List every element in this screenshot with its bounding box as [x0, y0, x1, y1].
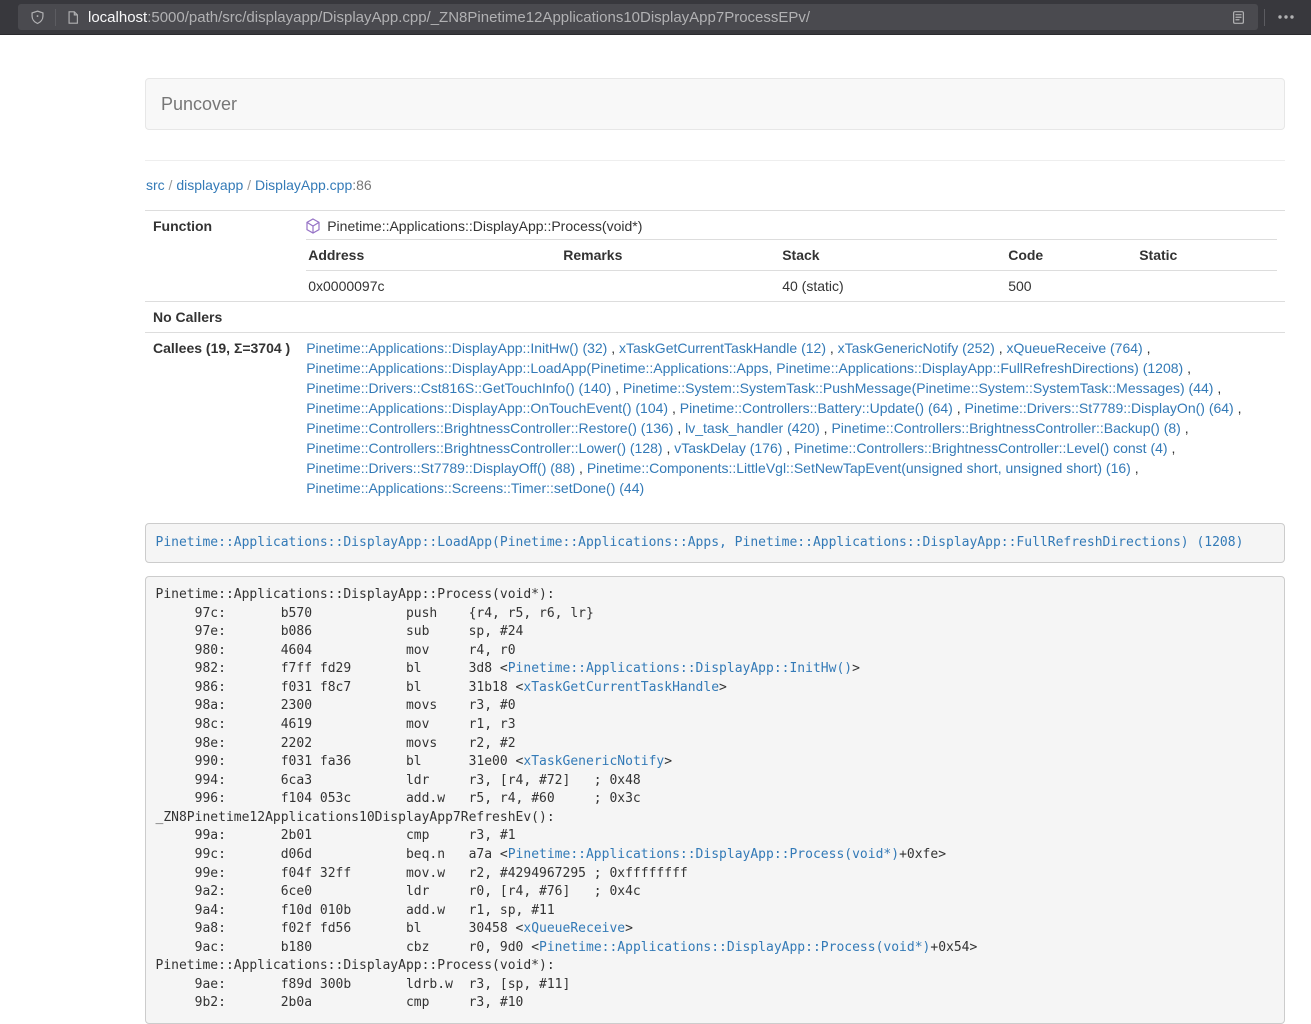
callee-link[interactable]: Pinetime::Drivers::St7789::DisplayOn() (… [965, 400, 1234, 416]
assembly-symbol-link[interactable]: Pinetime::Applications::DisplayApp::Proc… [539, 940, 930, 955]
page-icon[interactable] [62, 10, 84, 25]
app-brand[interactable]: Puncover [161, 94, 237, 115]
breadcrumb-line-number: :86 [352, 177, 371, 193]
code-value: 500 [1006, 271, 1137, 302]
function-name-line: Pinetime::Applications::DisplayApp::Proc… [306, 216, 1277, 236]
url-text[interactable]: localhost:5000/path/src/displayapp/Displ… [88, 9, 1227, 26]
function-row: Function Pinetime::Applications::Display… [145, 211, 1285, 302]
callee-link[interactable]: xTaskGenericNotify (252) [838, 340, 995, 356]
function-label: Function [145, 211, 298, 302]
callees-list: Pinetime::Applications::DisplayApp::Init… [298, 333, 1285, 504]
assembly-line: 99a: 2b01 cmp r3, #1 [156, 827, 1275, 846]
column-header-address: Address [306, 240, 561, 271]
assembly-line: 9a2: 6ce0 ldr r0, [r4, #76] ; 0x4c [156, 883, 1275, 902]
assembly-symbol-link[interactable]: xQueueReceive [523, 921, 625, 936]
static-value [1137, 271, 1277, 302]
url-bar[interactable]: localhost:5000/path/src/displayapp/Displ… [18, 4, 1258, 30]
column-header-stack: Stack [780, 240, 1006, 271]
assembly-line: 982: f7ff fd29 bl 3d8 <Pinetime::Applica… [156, 660, 1275, 679]
assembly-symbol-link[interactable]: xTaskGetCurrentTaskHandle [523, 680, 719, 695]
stats-header-row: Address Remarks Stack Code Static [306, 240, 1277, 271]
address-value: 0x0000097c [306, 271, 561, 302]
callee-link[interactable]: Pinetime::Drivers::St7789::DisplayOff() … [306, 460, 575, 476]
assembly-line: 996: f104 053c add.w r5, r4, #60 ; 0x3c [156, 790, 1275, 809]
assembly-line: 980: 4604 mov r4, r0 [156, 642, 1275, 661]
callee-link[interactable]: Pinetime::Applications::DisplayApp::Init… [306, 340, 607, 356]
assembly-line: 986: f031 f8c7 bl 31b18 <xTaskGetCurrent… [156, 679, 1275, 698]
callee-link[interactable]: Pinetime::Applications::Screens::Timer::… [306, 480, 644, 496]
callees-label: Callees (19, Σ=3704 ) [145, 333, 298, 504]
no-callers-row: No Callers [145, 302, 1285, 333]
breadcrumb: src / displayapp / DisplayApp.cpp:86 [146, 175, 1285, 195]
callee-link[interactable]: vTaskDelay (176) [674, 440, 782, 456]
callee-link[interactable]: Pinetime::Components::LittleVgl::SetNewT… [587, 460, 1131, 476]
toolbar-separator [1264, 9, 1265, 26]
function-table: Function Pinetime::Applications::Display… [145, 210, 1285, 503]
column-header-remarks: Remarks [561, 240, 780, 271]
assembly-line: 9ae: f89d 300b ldrb.w r3, [sp, #11] [156, 976, 1275, 995]
callee-link[interactable]: Pinetime::Controllers::BrightnessControl… [306, 440, 662, 456]
assembly-line: Pinetime::Applications::DisplayApp::Proc… [156, 586, 1275, 605]
callee-link[interactable]: Pinetime::Drivers::Cst816S::GetTouchInfo… [306, 380, 611, 396]
assembly-line: 99c: d06d beq.n a7a <Pinetime::Applicati… [156, 846, 1275, 865]
callee-link[interactable]: Pinetime::Controllers::BrightnessControl… [306, 420, 673, 436]
divider [145, 160, 1285, 161]
assembly-symbol-link[interactable]: xTaskGenericNotify [523, 754, 664, 769]
no-callers-label: No Callers [145, 302, 298, 333]
highlighted-callee-link[interactable]: Pinetime::Applications::DisplayApp::Load… [156, 535, 1244, 550]
urlbar-separator [55, 9, 56, 26]
callee-link[interactable]: Pinetime::Controllers::BrightnessControl… [794, 440, 1167, 456]
callee-link[interactable]: Pinetime::Applications::DisplayApp::OnTo… [306, 400, 668, 416]
assembly-line: Pinetime::Applications::DisplayApp::Proc… [156, 957, 1275, 976]
callee-link[interactable]: xQueueReceive (764) [1007, 340, 1143, 356]
callee-link[interactable]: Pinetime::Controllers::BrightnessControl… [831, 420, 1180, 436]
assembly-line: 98c: 4619 mov r1, r3 [156, 716, 1275, 735]
function-cube-icon [306, 218, 320, 234]
browser-toolbar: localhost:5000/path/src/displayapp/Displ… [0, 0, 1311, 35]
assembly-symbol-link[interactable]: Pinetime::Applications::DisplayApp::Init… [508, 661, 852, 676]
remarks-value [561, 271, 780, 302]
assembly-line: 990: f031 fa36 bl 31e00 <xTaskGenericNot… [156, 753, 1275, 772]
callee-link[interactable]: Pinetime::System::SystemTask::PushMessag… [623, 380, 1214, 396]
breadcrumb-link[interactable]: displayapp [176, 177, 243, 193]
url-host: localhost [88, 9, 147, 26]
page-content: Puncover src / displayapp / DisplayApp.c… [145, 78, 1285, 1024]
assembly-line: 9a8: f02f fd56 bl 30458 <xQueueReceive> [156, 920, 1275, 939]
highlighted-callee-box: Pinetime::Applications::DisplayApp::Load… [145, 523, 1285, 563]
breadcrumb-link[interactable]: src [146, 177, 165, 193]
callee-link[interactable]: Pinetime::Controllers::Battery::Update()… [680, 400, 953, 416]
callee-link[interactable]: lv_task_handler (420) [685, 420, 820, 436]
function-details-cell: Pinetime::Applications::DisplayApp::Proc… [298, 211, 1285, 302]
shield-icon[interactable] [26, 10, 49, 25]
url-path: :5000/path/src/displayapp/DisplayApp.cpp… [147, 9, 810, 26]
assembly-line: 98a: 2300 movs r3, #0 [156, 697, 1275, 716]
assembly-line: _ZN8Pinetime12Applications10DisplayApp7R… [156, 809, 1275, 828]
assembly-line: 97e: b086 sub sp, #24 [156, 623, 1275, 642]
assembly-line: 9ac: b180 cbz r0, 9d0 <Pinetime::Applica… [156, 939, 1275, 958]
reader-mode-icon[interactable] [1227, 10, 1250, 25]
breadcrumb-link[interactable]: DisplayApp.cpp [255, 177, 352, 193]
assembly-line: 97c: b570 push {r4, r5, r6, lr} [156, 605, 1275, 624]
stats-data-row: 0x0000097c 40 (static) 500 [306, 271, 1277, 302]
assembly-line: 99e: f04f 32ff mov.w r2, #4294967295 ; 0… [156, 865, 1275, 884]
assembly-line: 98e: 2202 movs r2, #2 [156, 735, 1275, 754]
assembly-line: 9a4: f10d 010b add.w r1, sp, #11 [156, 902, 1275, 921]
function-name: Pinetime::Applications::DisplayApp::Proc… [327, 218, 642, 234]
no-callers-cell [298, 302, 1285, 333]
callees-row: Callees (19, Σ=3704 ) Pinetime::Applicat… [145, 333, 1285, 504]
app-navbar: Puncover [145, 78, 1285, 130]
callee-link[interactable]: Pinetime::Applications::DisplayApp::Load… [306, 360, 1183, 376]
column-header-static: Static [1137, 240, 1277, 271]
assembly-line: 994: 6ca3 ldr r3, [r4, #72] ; 0x48 [156, 772, 1275, 791]
column-header-code: Code [1006, 240, 1137, 271]
function-stats-table: Address Remarks Stack Code Static 0x0000… [306, 239, 1277, 301]
assembly-symbol-link[interactable]: Pinetime::Applications::DisplayApp::Proc… [508, 847, 899, 862]
assembly-line: 9b2: 2b0a cmp r3, #10 [156, 994, 1275, 1013]
stack-value: 40 (static) [780, 271, 1006, 302]
more-menu-icon[interactable] [1271, 10, 1301, 24]
assembly-code: Pinetime::Applications::DisplayApp::Proc… [145, 576, 1285, 1024]
callee-link[interactable]: xTaskGetCurrentTaskHandle (12) [619, 340, 826, 356]
